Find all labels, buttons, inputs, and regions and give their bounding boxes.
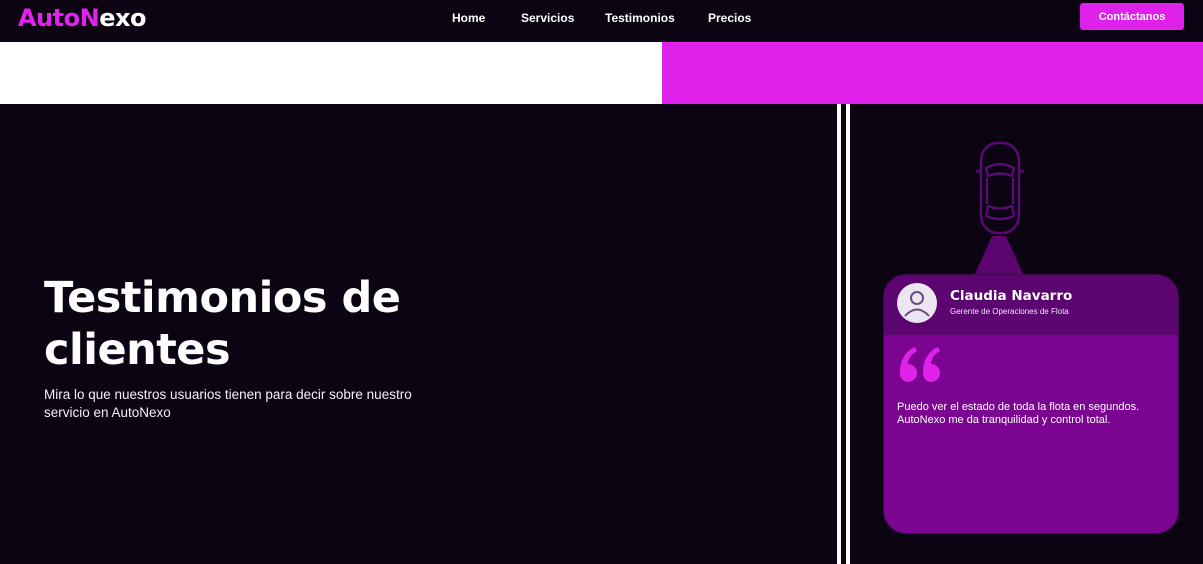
testimonial-card: Claudia Navarro Gerente de Operaciones d… [884, 275, 1178, 533]
page-title: Testimonios de clientes [44, 273, 401, 375]
user-avatar-icon [897, 283, 937, 323]
hero-band-accent [662, 42, 1203, 104]
testimonial-card-header: Claudia Navarro Gerente de Operaciones d… [884, 275, 1178, 335]
contact-button[interactable]: Contáctanos [1080, 3, 1184, 30]
quote-mark-icon [900, 347, 940, 382]
road-line-left [837, 104, 841, 564]
nav-link-servicios[interactable]: Servicios [521, 10, 574, 26]
testimonial-role: Gerente de Operaciones de Flota [950, 307, 1069, 316]
road-line-right [846, 104, 850, 564]
main-nav: Home Servicios Testimonios Precios [0, 10, 1203, 26]
top-navbar: AutoNexo Home Servicios Testimonios Prec… [0, 0, 1203, 42]
testimonial-name: Claudia Navarro [950, 288, 1073, 304]
page-subtitle: Mira lo que nuestros usuarios tienen par… [44, 387, 412, 420]
nav-link-precios[interactable]: Precios [708, 10, 751, 26]
nav-link-testimonios[interactable]: Testimonios [605, 10, 675, 26]
testimonial-quote: Puedo ver el estado de toda la flota en … [897, 401, 1140, 426]
nav-link-home[interactable]: Home [452, 10, 485, 26]
hero-band-white [0, 42, 662, 104]
headlight-beam-icon [974, 236, 1024, 276]
car-top-view-icon [975, 141, 1025, 235]
